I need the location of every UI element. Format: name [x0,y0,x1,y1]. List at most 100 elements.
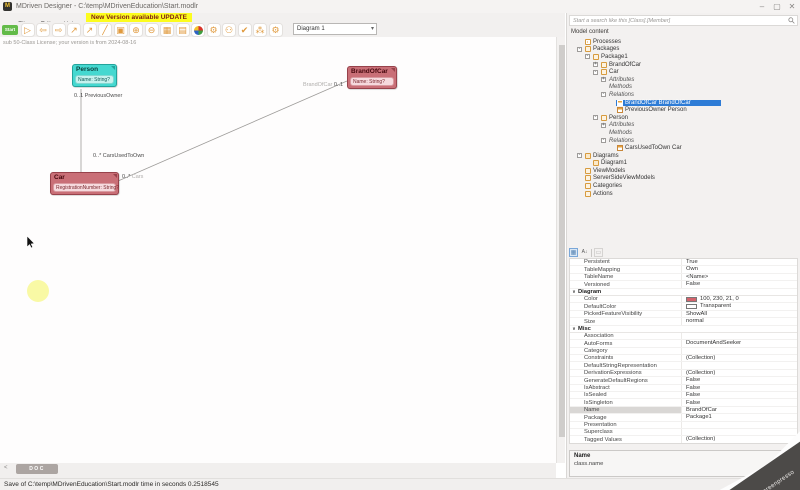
property-row-color[interactable]: Color 100, 230, 21, 0 [570,295,797,304]
property-row-issingleton[interactable]: IsSingleton False [570,399,797,407]
property-row-constraints[interactable]: Constraints (Collection) [570,355,797,363]
property-value[interactable]: (Collection) [682,355,797,361]
property-row-package[interactable]: Package Package1 [570,414,797,422]
property-row-category[interactable]: Category [570,347,797,356]
class-box-brandofcar[interactable]: BrandOfCar Name: String? [347,66,397,89]
property-row-tablename[interactable]: TableName <Name> [570,273,797,282]
property-value[interactable]: (Collection) [682,370,797,376]
property-value[interactable]: False [682,392,797,398]
scrollbar-thumb[interactable] [558,45,565,437]
minimize-button[interactable]: – [755,0,769,13]
tab-scroll-left[interactable]: < [4,465,8,471]
class-attribute[interactable]: RegistrationNumber: String? [53,183,119,192]
property-row-generatedefaultregions[interactable]: GenerateDefaultRegions False [570,377,797,385]
property-value[interactable]: <Name> [682,274,797,280]
property-row-defaultstringrepresentation[interactable]: DefaultStringRepresentation [570,362,797,370]
property-row-name[interactable]: Name BrandOfCar [570,406,797,415]
property-row-superclass[interactable]: Superclass [570,428,797,437]
tree-item-diagrams[interactable]: - Diagrams [567,152,800,160]
collapse-icon[interactable]: - [593,69,598,75]
property-value[interactable] [682,348,797,354]
tree-item-actions[interactable]: Actions [567,190,800,198]
tree-item-viewmodels[interactable]: ViewModels [567,167,800,175]
tree-item-brandofcar[interactable]: + BrandOfCar [567,61,800,69]
categorized-view-icon[interactable]: ▦ [569,248,578,257]
tree-item-relations[interactable]: - Relations [567,91,800,99]
chevron-down-icon[interactable]: ∨ [570,326,578,332]
collapse-icon[interactable]: - [593,115,598,121]
class-box-person[interactable]: Person Name: String? [72,64,117,87]
property-value[interactable]: False [682,385,797,391]
tree-item-package1[interactable]: - Package1 [567,53,800,61]
property-value[interactable] [682,422,797,428]
property-row-derivationexpressions[interactable]: DerivationExpressions (Collection) [570,369,797,378]
property-row-pickedfeaturevisibility[interactable]: PickedFeatureVisibility ShowAll [570,310,797,319]
tree-item-brandofcar-brandofcar[interactable]: BrandOfCar BrandOfCar [567,99,800,107]
property-value[interactable]: False [682,377,797,383]
property-value[interactable]: True [682,259,797,265]
tree-item-attributes[interactable]: + Attributes [567,122,800,130]
property-value[interactable]: False [682,281,797,287]
property-value[interactable]: 100, 230, 21, 0 [682,296,797,302]
property-row-size[interactable]: Size normal [570,318,797,326]
tree-item-relations[interactable]: - Relations [567,137,800,145]
property-value[interactable]: (Collection) [682,436,797,442]
property-value[interactable]: DocumentAndSeeker [682,340,797,346]
property-row-issealed[interactable]: IsSealed False [570,392,797,400]
property-row-versioned[interactable]: Versioned False [570,281,797,289]
canvas-vertical-scrollbar[interactable] [556,37,565,463]
collapse-icon[interactable]: - [577,153,582,159]
property-row-tagged-values[interactable]: Tagged Values (Collection) [570,436,797,443]
property-row-presentation[interactable]: Presentation [570,421,797,429]
class-box-car[interactable]: Car RegistrationNumber: String? [50,172,119,195]
property-value[interactable]: BrandOfCar [682,407,797,413]
tree-item-carsusedtoown-car[interactable]: CarsUsedToOwn Car [567,144,800,152]
tree-item-categories[interactable]: Categories [567,182,800,190]
tree-item-methods[interactable]: Methods [567,129,800,137]
expand-icon[interactable]: + [601,122,606,128]
property-value[interactable]: Package1 [682,414,797,420]
property-row-tablemapping[interactable]: TableMapping Own [570,266,797,274]
property-value[interactable] [682,333,797,339]
diagram-canvas[interactable]: Person Name: String? BrandOfCar Name: Strin… [0,37,556,463]
tree-item-packages[interactable]: - Packages [567,46,800,54]
property-row-association[interactable]: Association [570,332,797,341]
collapse-icon[interactable]: - [577,46,582,52]
class-attribute[interactable]: Name: String? [75,75,114,84]
property-row-persistent[interactable]: Persistent True [570,259,797,267]
property-value[interactable] [682,362,797,368]
property-row-isabstract[interactable]: IsAbstract False [570,384,797,393]
tree-item-previousowner-person[interactable]: PreviousOwner Person [567,106,800,114]
collapse-icon[interactable]: - [585,54,590,60]
tree-item-processes[interactable]: Processes [567,38,800,46]
property-row-defaultcolor[interactable]: DefaultColor Transparent [570,303,797,311]
property-value[interactable]: normal [682,318,797,324]
property-value[interactable]: False [682,399,797,406]
doc-tab[interactable]: DOC [16,464,58,474]
tree-item-serversideviewmodels[interactable]: ServerSideViewModels [567,175,800,183]
tree-item-diagram1[interactable]: Diagram1 [567,160,800,168]
maximize-button[interactable]: ▢ [770,0,784,13]
property-value[interactable] [682,429,797,435]
expand-icon[interactable]: + [601,77,606,83]
property-value[interactable]: Transparent [682,303,797,309]
class-attribute[interactable]: Name: String? [350,77,394,86]
tree-item-attributes[interactable]: + Attributes [567,76,800,84]
property-value[interactable]: ShowAll [682,311,797,317]
property-value[interactable]: Own [682,266,797,272]
property-row-autoforms[interactable]: AutoForms DocumentAndSeeker [570,340,797,348]
alphabetical-sort-icon[interactable]: A↓ [580,248,589,257]
tree-item-person[interactable]: - Person [567,114,800,122]
property-label: Presentation [570,421,682,428]
close-button[interactable]: ✕ [785,0,799,13]
chevron-down-icon[interactable]: ∨ [570,289,578,295]
search-input[interactable] [569,15,798,26]
tree-item-label: Categories [593,183,623,190]
expand-icon[interactable]: + [593,62,598,68]
tree-item-label: ServerSideViewModels [593,175,655,182]
tree-item-content: Processes [584,38,622,45]
collapse-icon[interactable]: - [601,92,606,98]
tree-item-car[interactable]: - Car [567,68,800,76]
collapse-icon[interactable]: - [601,138,606,144]
tree-item-methods[interactable]: Methods [567,84,800,92]
